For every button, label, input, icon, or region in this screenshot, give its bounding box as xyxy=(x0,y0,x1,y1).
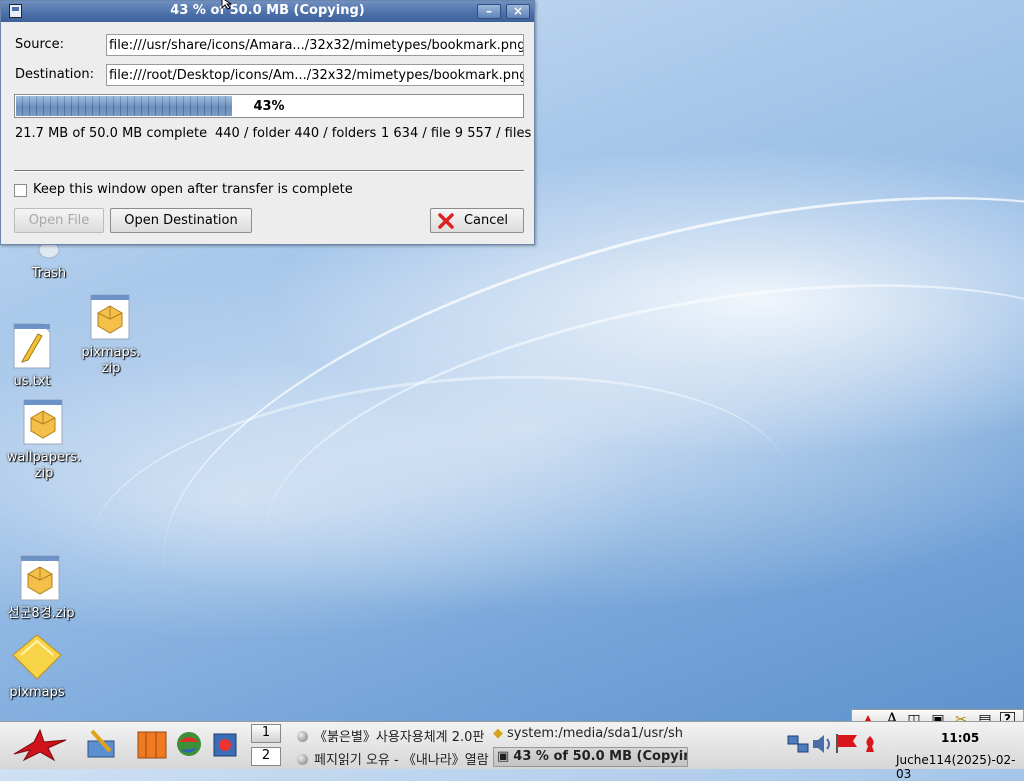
task-label: 43 % of 50.0 MB (Copyin xyxy=(513,749,688,764)
cancel-label: Cancel xyxy=(463,213,509,228)
red-torch-icon[interactable] xyxy=(862,734,878,754)
task-file-manager[interactable]: ◆ system:/media/sda1/usr/sh xyxy=(493,726,688,741)
dialog-separator xyxy=(14,170,524,172)
folder-progress-text: 440 / folder 440 / folders xyxy=(215,126,377,141)
zip-archive-icon xyxy=(90,294,130,340)
task-label: 《붉은별》사용자용체계 2.0판 xyxy=(314,730,485,745)
destination-field[interactable]: file:///root/Desktop/icons/Am.../32x32/m… xyxy=(106,64,524,86)
zip-archive-icon xyxy=(23,399,63,445)
desktop-icon-songun-zip[interactable]: 선군8경.zip xyxy=(1,554,81,622)
task-label: 페지읽기 오유 - 《내나라》열람 xyxy=(314,753,489,768)
file-progress-text: 1 634 / file 9 557 / files xyxy=(381,126,532,141)
save-disk-icon: ▣ xyxy=(497,749,510,764)
cancel-button[interactable]: Cancel xyxy=(430,208,524,233)
desktop-pager-1[interactable]: 1 xyxy=(251,724,281,743)
source-label: Source: xyxy=(15,37,65,52)
bottom-panel: 1 2 《붉은별》사용자용체계 2.0판 ◆ system:/media/sda1… xyxy=(0,721,1024,781)
task-bullet-icon xyxy=(297,754,308,765)
keep-open-label[interactable]: Keep this window open after transfer is … xyxy=(33,182,353,197)
close-button[interactable]: × xyxy=(506,4,530,19)
desktop-icon-wallpapers-zip[interactable]: wallpapers. zip xyxy=(4,398,84,482)
red-star-menu-icon[interactable] xyxy=(10,728,70,762)
media-player-icon[interactable] xyxy=(210,728,240,760)
copy-progress-dialog: 43 % of 50.0 MB (Copying) – × Source: fi… xyxy=(0,0,535,245)
desktop-icon-pixmaps-zip[interactable]: pixmaps. zip xyxy=(71,293,151,377)
desktop-icon-label: pixmaps. zip xyxy=(81,345,141,376)
desktop-icon-label: wallpapers. zip xyxy=(6,450,82,481)
mouse-cursor-icon xyxy=(221,0,233,10)
text-file-icon xyxy=(13,323,51,369)
desktop-icon-label: 선군8경.zip xyxy=(7,606,75,621)
dialog-title: 43 % of 50.0 MB (Copying) xyxy=(170,3,365,18)
close-icon: × xyxy=(512,4,524,18)
minimize-button[interactable]: – xyxy=(477,4,501,19)
progress-percent-label: 43% xyxy=(253,99,285,114)
open-destination-button[interactable]: Open Destination xyxy=(110,208,252,233)
desktop-icon-pixmaps-folder[interactable]: pixmaps xyxy=(0,633,77,701)
size-progress-text: 21.7 MB of 50.0 MB complete xyxy=(15,126,208,141)
task-browser-error[interactable]: 페지읽기 오유 - 《내나라》열람 xyxy=(297,749,490,768)
desktop-icon-label: pixmaps xyxy=(9,685,65,700)
folder-icon xyxy=(12,634,62,680)
task-bullet-icon xyxy=(297,731,308,742)
desktop-icon-us-txt[interactable]: us.txt xyxy=(0,322,72,390)
keep-open-checkbox[interactable] xyxy=(14,184,27,197)
task-copy-progress[interactable]: ▣ 43 % of 50.0 MB (Copyin xyxy=(493,747,688,767)
clock-date: Juche114(2025)-02-03 xyxy=(896,753,1016,781)
desktop-pager-2[interactable]: 2 xyxy=(251,747,281,766)
bookshelf-icon[interactable] xyxy=(136,728,168,760)
open-file-button[interactable]: Open File xyxy=(14,208,104,233)
task-label: system:/media/sda1/usr/sh xyxy=(507,726,684,741)
trash-icon xyxy=(38,241,60,259)
clock-time[interactable]: 11:05 xyxy=(941,731,979,745)
settings-tools-icon[interactable] xyxy=(84,727,118,761)
desktop-icon-label: Trash xyxy=(31,266,67,281)
flag-icon[interactable] xyxy=(835,732,859,754)
web-browser-icon[interactable] xyxy=(175,730,203,758)
cancel-x-icon xyxy=(438,213,454,229)
zip-archive-icon xyxy=(20,555,60,601)
destination-label: Destination: xyxy=(15,67,94,82)
network-icon[interactable] xyxy=(786,732,810,756)
minimize-icon: – xyxy=(486,4,492,18)
desktop-icon-trash[interactable]: Trash xyxy=(9,241,89,282)
task-red-star-os[interactable]: 《붉은별》사용자용체계 2.0판 xyxy=(297,726,485,745)
copy-progress-bar: 43% xyxy=(14,94,524,118)
folder-icon: ◆ xyxy=(493,726,503,741)
dialog-titlebar[interactable]: 43 % of 50.0 MB (Copying) – × xyxy=(1,1,534,22)
source-field[interactable]: file:///usr/share/icons/Amara.../32x32/m… xyxy=(106,34,524,56)
desktop-icon-label: us.txt xyxy=(13,374,51,389)
volume-icon[interactable] xyxy=(811,732,833,756)
